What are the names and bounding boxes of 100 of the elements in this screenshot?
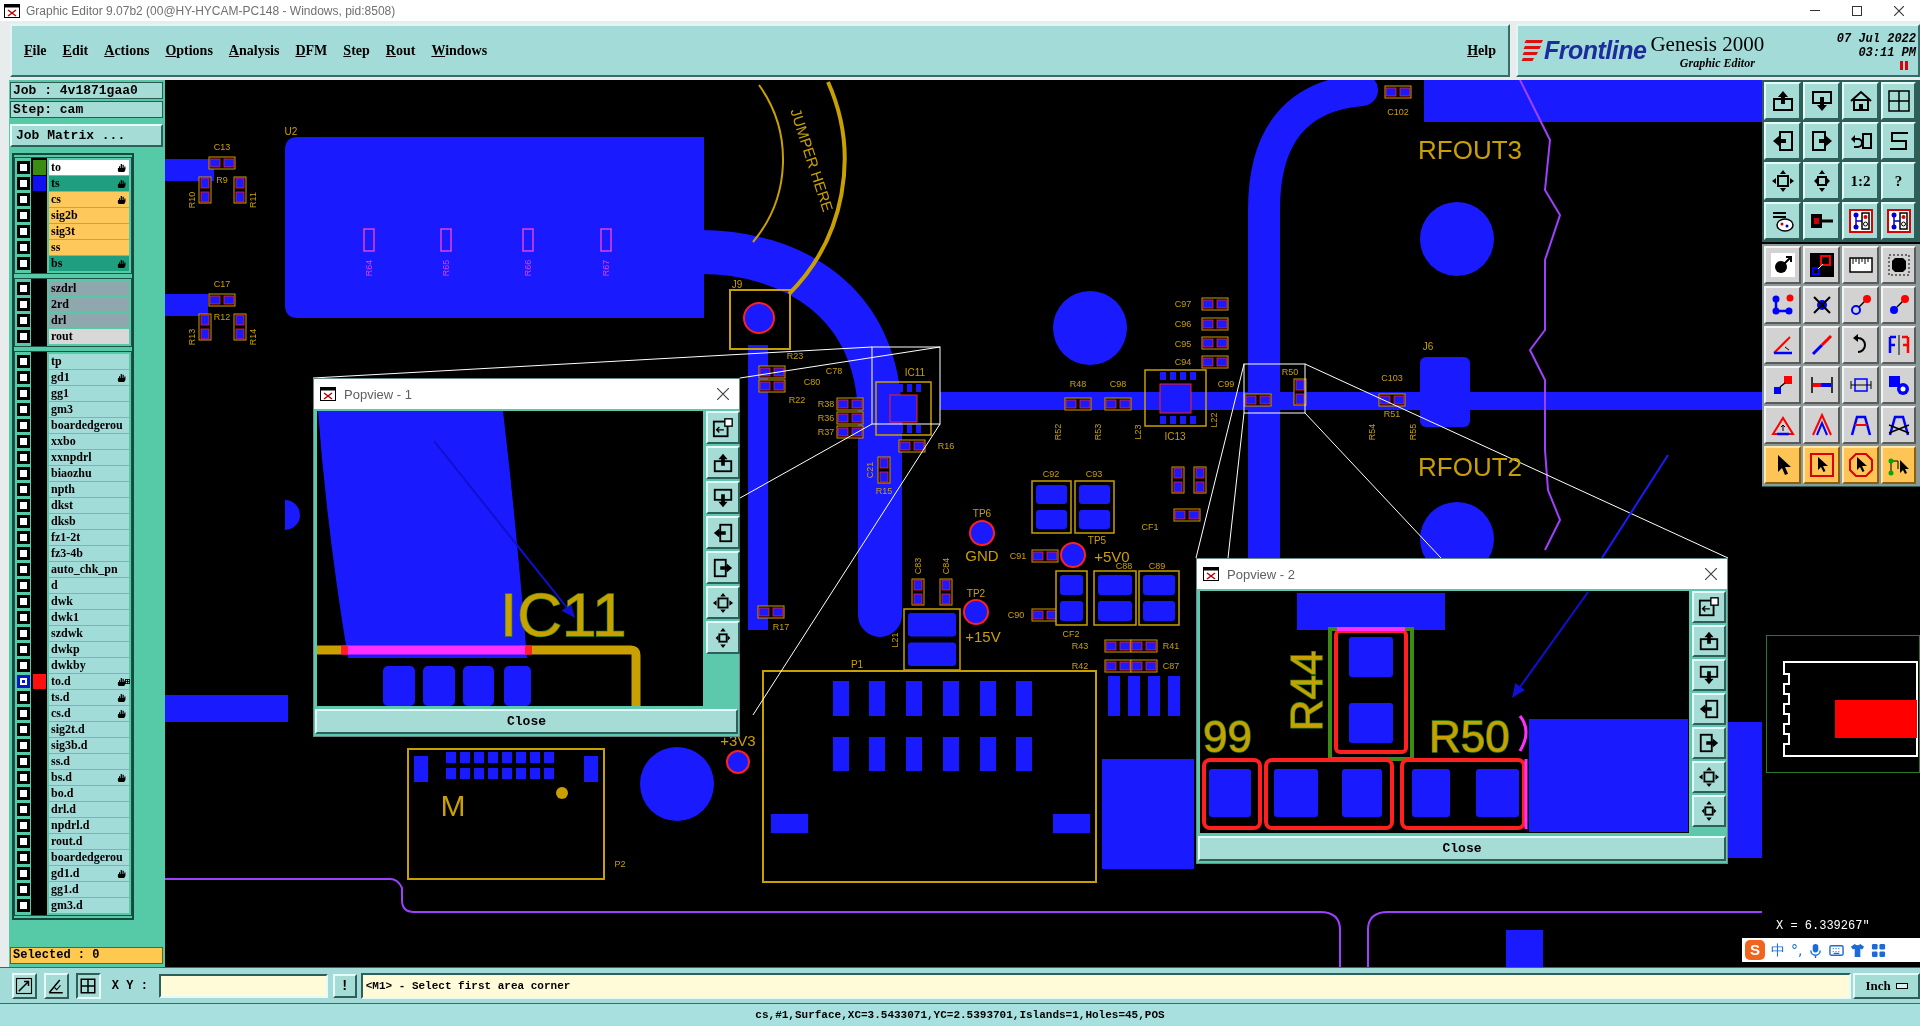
shirt-icon[interactable] xyxy=(1850,942,1866,958)
layer-name[interactable]: cs xyxy=(49,192,129,207)
units-button[interactable]: Inch xyxy=(1853,972,1920,999)
layer-name[interactable]: dwkby xyxy=(49,658,129,673)
ime-punctuation[interactable]: °, xyxy=(1791,941,1803,959)
layer-checkbox[interactable] xyxy=(17,643,30,656)
layer-name[interactable]: 2rd xyxy=(49,297,129,312)
layer-name[interactable]: rout xyxy=(49,329,129,344)
layer-checkbox[interactable] xyxy=(17,659,30,672)
layer-checkbox[interactable] xyxy=(17,499,30,512)
view-tool-button[interactable] xyxy=(706,481,740,514)
layer-name[interactable]: xxnpdrl xyxy=(49,450,129,465)
layer-checkbox[interactable] xyxy=(17,595,30,608)
job-matrix-button[interactable]: Job Matrix ... xyxy=(10,124,163,147)
layer-name[interactable]: d xyxy=(49,578,129,593)
menu-item[interactable]: Rout xyxy=(385,41,416,60)
layer-checkbox[interactable] xyxy=(17,611,30,624)
layer-checkbox[interactable] xyxy=(17,835,30,848)
ime-mode[interactable]: 中 xyxy=(1771,941,1785,959)
layer-checkbox[interactable] xyxy=(17,225,30,238)
layer-checkbox[interactable] xyxy=(17,298,30,311)
layer-checkbox[interactable] xyxy=(17,723,30,736)
layer-checkbox[interactable] xyxy=(17,691,30,704)
layer-checkbox[interactable] xyxy=(17,257,30,270)
layer-name[interactable]: gg1.d xyxy=(49,882,129,897)
layer-checkbox[interactable] xyxy=(17,579,30,592)
view-tool-button[interactable] xyxy=(706,621,740,654)
layer-name[interactable]: auto_chk_pn xyxy=(49,562,129,577)
grid-menu-icon[interactable] xyxy=(1871,942,1887,958)
close-button[interactable]: Close xyxy=(1198,836,1726,861)
view-tool-button[interactable] xyxy=(1692,659,1726,691)
layer-name[interactable]: sig3b.d xyxy=(49,738,129,753)
layer-checkbox[interactable] xyxy=(17,403,30,416)
menu-item[interactable]: File xyxy=(24,41,47,60)
microphone-icon[interactable] xyxy=(1808,942,1824,958)
layer-checkbox[interactable] xyxy=(17,371,30,384)
layer-checkbox[interactable] xyxy=(17,483,30,496)
layer-name[interactable]: sig3t xyxy=(49,224,129,239)
layer-name[interactable]: boardedgerou xyxy=(49,850,129,865)
menu-item[interactable]: Analysis xyxy=(228,41,280,60)
layer-name[interactable]: xxbo xyxy=(49,434,129,449)
layer-checkbox[interactable] xyxy=(17,627,30,640)
menu-item[interactable]: Edit xyxy=(62,41,89,60)
menu-item[interactable]: DFM xyxy=(295,41,328,60)
layer-checkbox[interactable] xyxy=(17,467,30,480)
menu-item[interactable]: Actions xyxy=(104,41,150,60)
tool-button[interactable]: 1:2 xyxy=(1842,162,1879,200)
layer-name[interactable]: drl.d xyxy=(49,802,129,817)
menu-item[interactable]: Step xyxy=(343,41,370,60)
layer-name[interactable]: dwk xyxy=(49,594,129,609)
layer-name[interactable]: dwkp xyxy=(49,642,129,657)
layer-name[interactable]: biaozhu xyxy=(49,466,129,481)
layer-name[interactable]: rout.d xyxy=(49,834,129,849)
layer-checkbox[interactable] xyxy=(17,193,30,206)
layer-checkbox[interactable] xyxy=(17,883,30,896)
layer-name[interactable]: npth xyxy=(49,482,129,497)
layer-name[interactable]: ts xyxy=(49,176,129,191)
layer-name[interactable]: fz1-2t xyxy=(49,530,129,545)
layer-name[interactable]: gg1 xyxy=(49,386,129,401)
layer-name[interactable]: bs.d xyxy=(49,770,129,785)
layer-checkbox[interactable] xyxy=(17,282,30,295)
layer-checkbox[interactable] xyxy=(17,803,30,816)
layer-checkbox[interactable] xyxy=(17,515,30,528)
layer-checkbox[interactable] xyxy=(17,739,30,752)
layer-checkbox[interactable] xyxy=(17,851,30,864)
alert-button[interactable]: ! xyxy=(332,973,357,998)
layer-checkbox[interactable] xyxy=(17,547,30,560)
layer-checkbox[interactable] xyxy=(17,355,30,368)
layer-checkbox[interactable] xyxy=(17,563,30,576)
layer-checkbox[interactable] xyxy=(17,314,30,327)
layer-name[interactable]: bs xyxy=(49,256,129,271)
layer-checkbox[interactable] xyxy=(17,209,30,222)
layer-checkbox[interactable] xyxy=(17,771,30,784)
close-icon[interactable] xyxy=(1705,568,1717,580)
layer-checkbox[interactable] xyxy=(17,787,30,800)
layer-name[interactable]: to xyxy=(49,160,129,175)
layer-checkbox[interactable] xyxy=(17,161,30,174)
layer-checkbox[interactable] xyxy=(17,899,30,912)
layer-checkbox[interactable] xyxy=(17,330,30,343)
close-button[interactable]: Close xyxy=(315,709,738,734)
layer-checkbox[interactable] xyxy=(17,819,30,832)
keyboard-icon[interactable] xyxy=(1829,942,1845,958)
layer-name[interactable]: szdrl xyxy=(49,281,129,296)
layer-name[interactable]: ss xyxy=(49,240,129,255)
layer-checkbox[interactable] xyxy=(17,387,30,400)
layer-name[interactable]: tp xyxy=(49,354,129,369)
layer-name[interactable]: gd1 xyxy=(49,370,129,385)
layer-name[interactable]: sig2t.d xyxy=(49,722,129,737)
layer-name[interactable]: fz3-4b xyxy=(49,546,129,561)
layer-checkbox[interactable] xyxy=(17,435,30,448)
layer-name[interactable]: npdrl.d xyxy=(49,818,129,833)
layer-checkbox[interactable] xyxy=(17,707,30,720)
layer-checkbox[interactable] xyxy=(17,177,30,190)
menu-item[interactable]: Windows xyxy=(431,41,488,60)
xy-input[interactable] xyxy=(158,973,328,998)
layer-checkbox[interactable] xyxy=(17,419,30,432)
view-tool-button[interactable] xyxy=(1692,795,1726,827)
layer-name[interactable]: gd1.d xyxy=(49,866,129,881)
layer-checkbox[interactable] xyxy=(17,241,30,254)
layer-name[interactable]: gm3 xyxy=(49,402,129,417)
